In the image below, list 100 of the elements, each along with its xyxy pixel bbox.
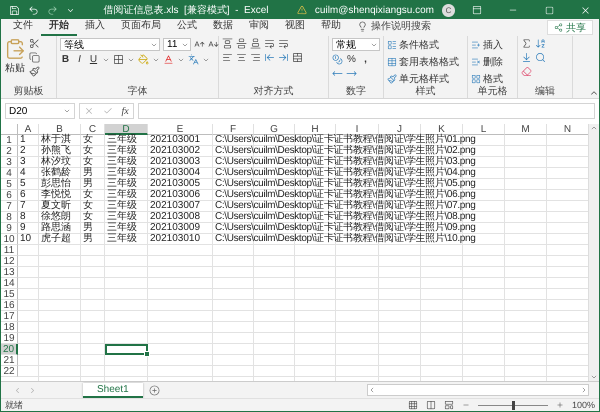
row-header[interactable]: 12 bbox=[1, 256, 18, 267]
sort-icon[interactable] bbox=[535, 38, 546, 49]
normal-view-icon[interactable] bbox=[408, 400, 418, 410]
column-header[interactable]: C bbox=[81, 124, 105, 135]
column-header[interactable]: B bbox=[39, 124, 81, 135]
font-size-field[interactable]: 11 bbox=[163, 38, 191, 51]
row-header[interactable]: 15 bbox=[1, 289, 18, 300]
middle-align-icon[interactable] bbox=[236, 38, 247, 49]
ribbon-tab[interactable]: 帮助 bbox=[313, 18, 349, 36]
ribbon-tab[interactable]: 页面布局 bbox=[113, 18, 169, 36]
column-header[interactable]: G bbox=[254, 124, 295, 135]
vertical-scrollbar[interactable] bbox=[588, 124, 599, 381]
cells-button[interactable]: 格式 bbox=[471, 72, 503, 86]
percent-button[interactable]: % bbox=[346, 54, 357, 65]
page-layout-icon[interactable] bbox=[426, 400, 436, 410]
align-right-icon[interactable] bbox=[250, 52, 261, 63]
active-cell[interactable] bbox=[105, 344, 148, 355]
redo-icon[interactable] bbox=[47, 4, 58, 16]
column-header[interactable]: D bbox=[105, 124, 148, 135]
page-break-icon[interactable] bbox=[444, 400, 454, 410]
horizontal-scrollbar[interactable] bbox=[367, 384, 589, 396]
wrap-text-icon[interactable] bbox=[278, 38, 289, 49]
ribbon-tab[interactable]: 公式 bbox=[169, 18, 205, 36]
table-cell-text: 女 bbox=[82, 146, 94, 156]
style-button[interactable]: 条件格式 bbox=[387, 38, 459, 52]
row-header[interactable]: 17 bbox=[1, 311, 18, 322]
close-icon[interactable] bbox=[580, 4, 591, 16]
add-sheet-icon[interactable] bbox=[148, 384, 160, 396]
style-button[interactable]: 单元格样式 bbox=[387, 72, 459, 86]
share-button[interactable]: 共享 bbox=[547, 20, 593, 35]
insert-function-button[interactable]: fx bbox=[121, 106, 129, 116]
align-left-icon[interactable] bbox=[222, 52, 233, 63]
row-header[interactable]: 21 bbox=[1, 355, 18, 366]
column-header[interactable]: N bbox=[547, 124, 588, 135]
undo-icon[interactable] bbox=[28, 4, 39, 16]
underline-button[interactable]: U bbox=[88, 54, 99, 65]
save-icon[interactable] bbox=[9, 4, 20, 16]
ribbon-tab[interactable]: 视图 bbox=[277, 18, 313, 36]
row-header[interactable]: 18 bbox=[1, 322, 18, 333]
scroll-right-icon[interactable] bbox=[580, 386, 588, 394]
font-name-field[interactable]: 等线 bbox=[60, 38, 160, 51]
scroll-up-icon[interactable] bbox=[590, 124, 598, 132]
ribbon-display-icon[interactable] bbox=[472, 5, 482, 15]
row-header[interactable]: 19 bbox=[1, 333, 18, 344]
number-format-field[interactable]: 常规 bbox=[332, 38, 380, 51]
column-header[interactable]: F bbox=[213, 124, 254, 135]
bold-button[interactable]: B bbox=[60, 54, 71, 65]
scroll-down-icon[interactable] bbox=[590, 373, 598, 381]
sum-icon[interactable] bbox=[521, 38, 532, 49]
zoom-level: 100% bbox=[572, 400, 595, 410]
row-header[interactable]: 16 bbox=[1, 300, 18, 311]
cut-icon[interactable] bbox=[29, 38, 40, 49]
bottom-align-icon[interactable] bbox=[250, 38, 261, 49]
column-header[interactable]: H bbox=[295, 124, 336, 135]
group-label: 字体 bbox=[126, 86, 148, 98]
eraser-icon[interactable] bbox=[521, 66, 532, 77]
scroll-left-icon[interactable] bbox=[368, 386, 376, 394]
align-center-icon[interactable] bbox=[236, 52, 247, 63]
maximize-icon[interactable] bbox=[544, 6, 554, 14]
comma-button[interactable]: , bbox=[360, 54, 371, 65]
ribbon-tab[interactable]: 数据 bbox=[205, 18, 241, 36]
column-header[interactable]: I bbox=[336, 124, 379, 135]
style-button[interactable]: 套用表格格式 bbox=[387, 55, 459, 69]
ribbon-tab[interactable]: 审阅 bbox=[241, 18, 277, 36]
borders-icon[interactable] bbox=[113, 54, 124, 65]
row-header[interactable]: 22 bbox=[1, 366, 18, 377]
row-header[interactable]: 14 bbox=[1, 278, 18, 289]
font-color-icon[interactable] bbox=[163, 54, 174, 65]
fill-color-icon[interactable] bbox=[138, 54, 149, 65]
name-box[interactable]: D20 bbox=[5, 103, 75, 119]
sheet-tab[interactable]: Sheet1 bbox=[83, 382, 143, 398]
column-header[interactable]: M bbox=[505, 124, 547, 135]
column-header[interactable]: E bbox=[148, 124, 213, 135]
top-align-icon[interactable] bbox=[222, 38, 233, 49]
merge-icon[interactable] bbox=[292, 52, 303, 63]
format-painter-icon[interactable] bbox=[29, 66, 40, 77]
column-header[interactable]: J bbox=[379, 124, 421, 135]
avatar[interactable]: C bbox=[442, 4, 456, 16]
tell-me-search[interactable]: 操作说明搜索 bbox=[371, 19, 431, 33]
column-header[interactable]: A bbox=[18, 124, 39, 135]
ribbon-tab[interactable]: 文件 bbox=[5, 18, 41, 36]
cells-button[interactable]: 删除 bbox=[471, 55, 503, 69]
paste-button[interactable]: 粘贴 bbox=[4, 38, 26, 86]
fill-icon[interactable] bbox=[521, 52, 532, 63]
copy-icon[interactable] bbox=[29, 52, 40, 63]
row-header[interactable]: 13 bbox=[1, 267, 18, 278]
italic-button[interactable]: I bbox=[74, 54, 85, 65]
column-header[interactable]: K bbox=[421, 124, 463, 135]
row-header[interactable]: 10 bbox=[1, 234, 18, 245]
column-header[interactable]: L bbox=[463, 124, 505, 135]
lightbulb-icon[interactable] bbox=[357, 20, 368, 32]
search-icon[interactable] bbox=[535, 52, 546, 63]
phonetic-icon[interactable] bbox=[188, 54, 199, 65]
decrease-indent-icon[interactable] bbox=[264, 52, 275, 63]
currency-icon[interactable] bbox=[332, 54, 343, 65]
ribbon-tab[interactable]: 插入 bbox=[77, 18, 113, 36]
increase-indent-icon[interactable] bbox=[278, 52, 289, 63]
formula-field[interactable] bbox=[138, 103, 595, 119]
row-header[interactable]: 20 bbox=[1, 344, 18, 355]
cells-button[interactable]: 插入 bbox=[471, 38, 503, 52]
